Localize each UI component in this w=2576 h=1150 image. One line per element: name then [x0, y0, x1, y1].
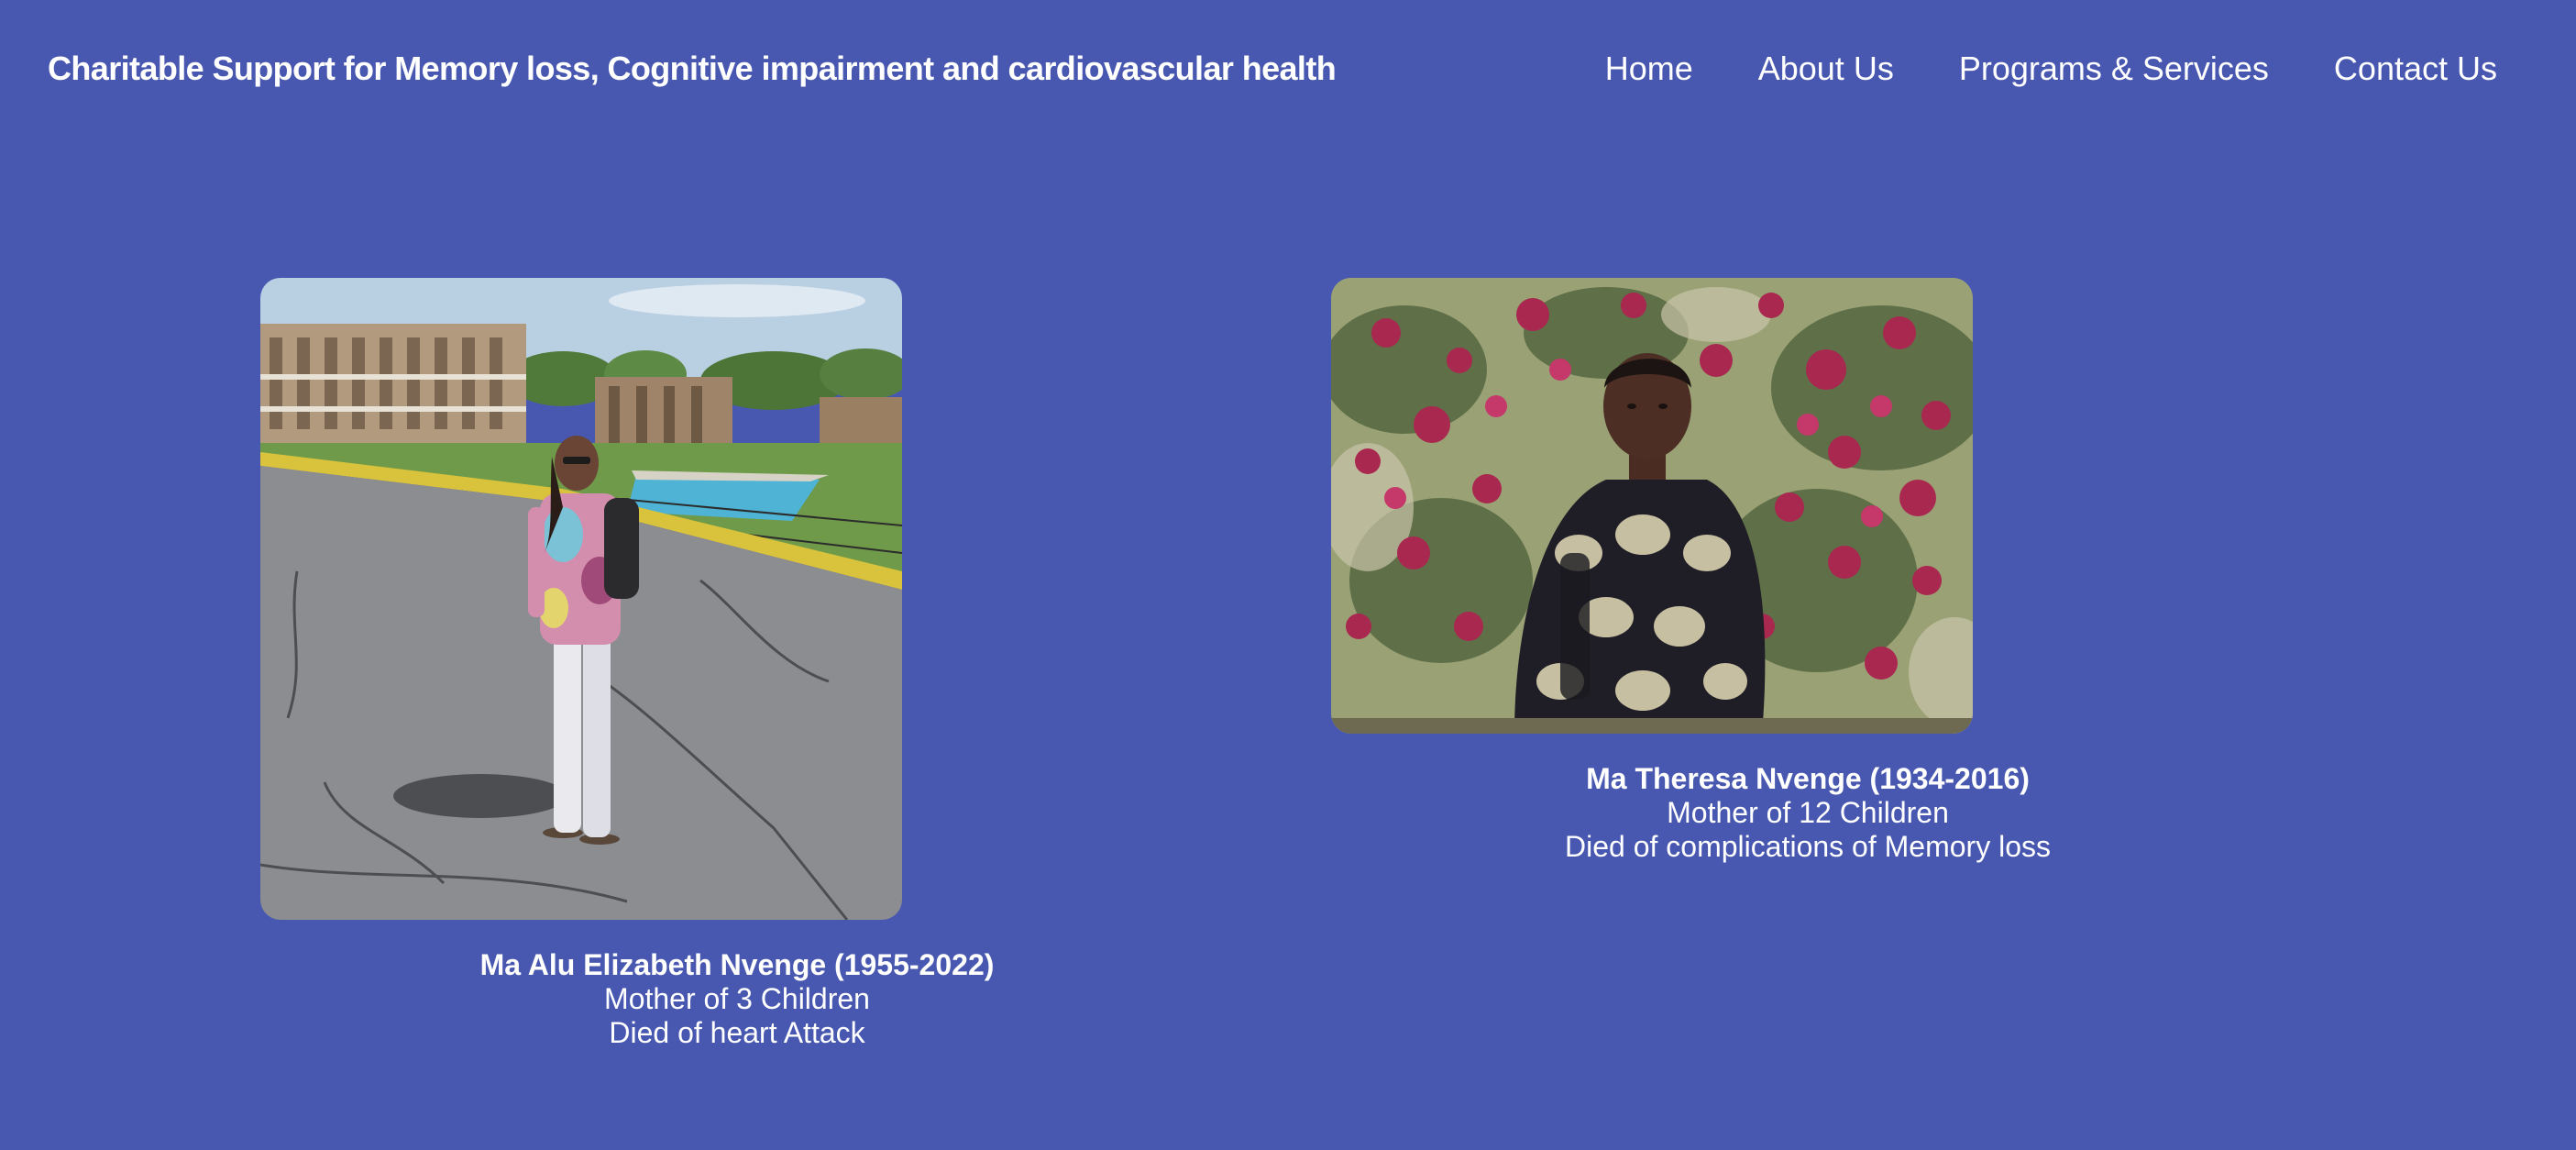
memorial-name: Ma Alu Elizabeth Nvenge (1955-2022): [479, 948, 995, 981]
photo-theresa-image: [1331, 278, 1973, 734]
memorial-photo-theresa: [1331, 278, 1973, 734]
site-header: Charitable Support for Memory loss, Cogn…: [0, 0, 2576, 142]
memorial-caption-alu: Ma Alu Elizabeth Nvenge (1955-2022) Moth…: [462, 948, 1012, 1050]
main-nav: Home About Us Programs & Services Contac…: [1605, 50, 2497, 88]
memorial-name: Ma Theresa Nvenge (1934-2016): [1586, 762, 2030, 795]
nav-contact-us[interactable]: Contact Us: [2334, 50, 2497, 88]
memorial-detail-children: Mother of 12 Children: [1667, 796, 1949, 829]
photo-alu-image: [260, 278, 902, 920]
memorial-detail-children: Mother of 3 Children: [604, 982, 870, 1015]
memorial-photo-alu: [260, 278, 902, 920]
nav-about-us[interactable]: About Us: [1758, 50, 1894, 88]
nav-home[interactable]: Home: [1605, 50, 1693, 88]
nav-programs-services[interactable]: Programs & Services: [1959, 50, 2269, 88]
site-title[interactable]: Charitable Support for Memory loss, Cogn…: [48, 50, 1337, 88]
memorial-caption-theresa: Ma Theresa Nvenge (1934-2016) Mother of …: [1533, 762, 2083, 864]
memorial-detail-cause: Died of complications of Memory loss: [1565, 830, 2051, 863]
memorial-detail-cause: Died of heart Attack: [609, 1016, 865, 1049]
